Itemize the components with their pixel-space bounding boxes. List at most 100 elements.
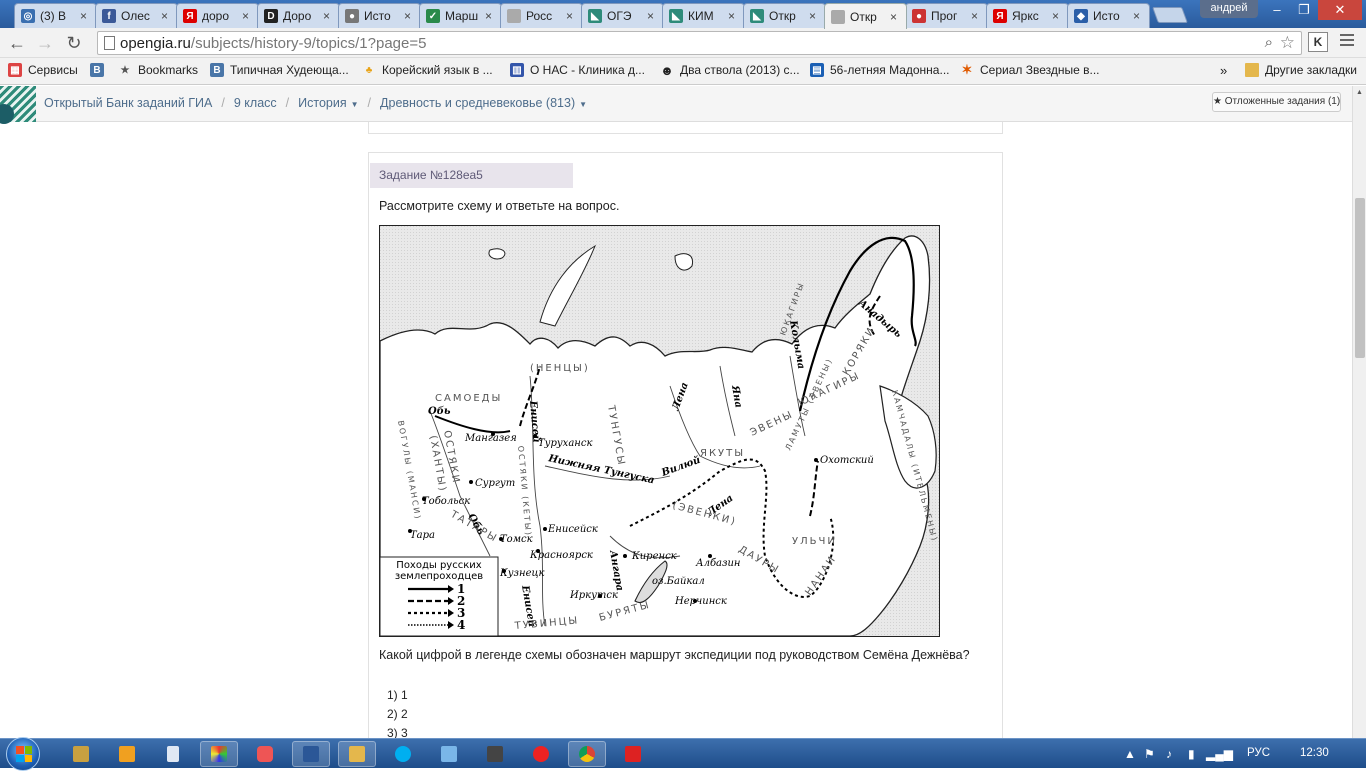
bookmarks-overflow-button[interactable]: » [1220,63,1227,78]
start-button[interactable] [6,737,40,771]
tab-favicon-icon: ✓ [426,9,440,23]
browser-tab[interactable]: ● Исто × [338,3,421,28]
label-people: (НЕНЦЫ) [530,363,590,374]
deferred-tasks-button[interactable]: ★ Отложенные задания (1) [1212,92,1341,112]
taskbar-pdf-icon[interactable] [246,741,284,767]
breadcrumb-grade[interactable]: 9 класс [234,96,277,110]
windows-logo-icon [16,746,32,762]
answer-option-1[interactable]: 1) 1 [387,688,408,702]
chrome-menu-icon[interactable] [1340,34,1354,48]
network-signal-icon[interactable]: ▂▄▆ [1206,747,1233,761]
profile-button[interactable]: андрей [1200,0,1258,18]
extension-k-button[interactable]: K [1308,32,1328,52]
new-tab-button[interactable] [1152,7,1188,23]
bookmark-star-icon[interactable]: ☆ [1280,33,1295,53]
tab-close-icon[interactable]: × [323,9,333,23]
minimize-button[interactable]: – [1262,0,1292,20]
tab-close-icon[interactable]: × [1133,9,1143,23]
bookmark-item[interactable]: ♣ Корейский язык в ... [362,63,493,77]
url-text[interactable]: opengia.ru/subjects/history-9/topics/1?p… [120,35,426,52]
tab-close-icon[interactable]: × [728,9,738,23]
tab-close-icon[interactable]: × [80,9,90,23]
answer-option-2[interactable]: 2) 2 [387,707,408,721]
scrollbar-thumb[interactable] [1355,198,1365,358]
label-mangazeya: Мангазея [464,433,517,444]
bookmark-item[interactable]: ▥ О НАС - Клиника д... [510,63,645,77]
tab-close-icon[interactable]: × [485,9,495,23]
taskbar-media-player-icon[interactable] [108,741,146,767]
taskbar-chrome-icon[interactable] [568,741,606,767]
taskbar-skype-icon[interactable] [384,741,422,767]
input-language-indicator[interactable]: РУС [1247,747,1270,759]
address-bar[interactable]: opengia.ru/subjects/history-9/topics/1?p… [97,31,1302,55]
taskbar-explorer-icon[interactable] [62,741,100,767]
browser-tab[interactable]: Я Яркс × [986,3,1069,28]
tab-close-icon[interactable]: × [242,9,252,23]
browser-tab[interactable]: ◣ КИМ × [662,3,745,28]
tab-close-icon[interactable]: × [890,10,900,24]
label-people: УЛЬЧИ [792,536,837,547]
show-hidden-icons-icon[interactable]: ▲ [1124,747,1136,761]
site-logo[interactable] [0,86,36,124]
taskbar-paint-icon[interactable] [200,741,238,767]
tab-close-icon[interactable]: × [809,9,819,23]
action-center-flag-icon[interactable]: ⚑ [1144,747,1155,761]
apps-icon: ▦ [8,63,22,77]
bookmark-item[interactable]: ▤ 56-летняя Мадонна... [810,63,949,77]
tab-close-icon[interactable]: × [404,9,414,23]
forward-button[interactable]: → [34,32,56,54]
tab-title: ОГЭ [607,9,632,23]
browser-tab[interactable]: ◆ Исто × [1067,3,1150,28]
tab-close-icon[interactable]: × [647,9,657,23]
browser-tab[interactable]: Откр × [824,3,907,29]
reload-button[interactable]: ↻ [63,32,85,54]
bookmark-label: Типичная Худеюща... [230,63,349,77]
close-window-button[interactable]: ✕ [1318,0,1362,20]
other-bookmarks-folder[interactable]: Другие закладки [1245,63,1357,77]
zoom-icon[interactable]: ⌕ [1265,34,1273,51]
taskbar-r-app-icon[interactable] [614,741,652,767]
browser-tab[interactable]: D Доро × [257,3,340,28]
bookmark-item[interactable]: B Типичная Худеюща... [210,63,349,77]
breadcrumb-bank[interactable]: Открытый Банк заданий ГИА [44,96,212,110]
bookmark-item[interactable]: ▦ Сервисы [8,63,78,77]
label-turukhansk: Туруханск [538,438,592,449]
browser-tab[interactable]: ✓ Марш × [419,3,502,28]
taskbar-video-icon[interactable] [476,741,514,767]
browser-tab[interactable]: ◎ (3) В × [14,3,97,28]
taskbar-notepad-icon[interactable] [154,741,192,767]
bookmark-item[interactable]: ★ Bookmarks [118,63,199,77]
bookmark-item[interactable]: ☻ Два ствола (2013) с... [660,63,799,78]
browser-tab[interactable]: ● Прог × [905,3,988,28]
volume-icon[interactable]: ♪ [1166,747,1172,761]
tab-close-icon[interactable]: × [1052,9,1062,23]
bookmark-item[interactable]: B [90,63,110,77]
bookmarks-bar: ▦ Сервисы B ★ Bookmarks B Типичная Худеюща.… [0,58,1366,85]
maximize-button[interactable]: ❐ [1290,0,1318,20]
tab-close-icon[interactable]: × [566,9,576,23]
browser-tab[interactable]: Ядоро × [176,3,259,28]
back-arrow-icon: ← [8,33,26,53]
taskbar-word-icon[interactable] [292,741,330,767]
scroll-up-icon[interactable]: ▲ [1356,89,1363,96]
browser-tab[interactable]: ◣ Откр × [743,3,826,28]
breadcrumb: Открытый Банк заданий ГИА/9 класс / Истори… [44,96,588,110]
tab-close-icon[interactable]: × [161,9,171,23]
answer-option-3[interactable]: 3) 3 [387,726,408,738]
tab-title: Олес [121,9,150,23]
tab-title: Исто [364,9,391,23]
back-button[interactable]: ← [6,32,28,54]
page-scrollbar[interactable]: ▲ [1352,86,1366,738]
bookmark-item[interactable]: ✶ Сериал Звездные в... [960,62,1100,77]
browser-tab[interactable]: Росс × [500,3,583,28]
taskbar-folder-icon[interactable] [338,741,376,767]
breadcrumb-subject[interactable]: История ▼ [298,96,358,110]
taskbar-yandex-icon[interactable] [522,741,560,767]
tab-close-icon[interactable]: × [971,9,981,23]
taskbar-mail-icon[interactable] [430,741,468,767]
browser-tab[interactable]: ◣ ОГЭ × [581,3,664,28]
clock[interactable]: 12:30 [1300,747,1329,759]
battery-icon[interactable]: ▮ [1188,747,1195,761]
breadcrumb-topic[interactable]: Древность и средневековье (813) ▼ [380,96,587,110]
browser-tab[interactable]: f Олес × [95,3,178,28]
